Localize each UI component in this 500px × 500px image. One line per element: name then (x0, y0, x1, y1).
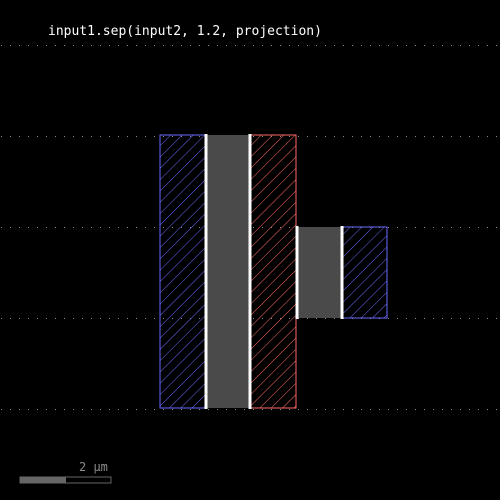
scale-bar-fill (20, 477, 66, 483)
layout-canvas: input1.sep(input2, 1.2, projection) 2 µm (0, 0, 500, 500)
input2-shape (249, 134, 297, 409)
scale-bar-label: 2 µm (79, 460, 108, 474)
layout-viewer: input1.sep(input2, 1.2, projection) 2 µm (0, 0, 500, 500)
input1-right-shape (341, 226, 388, 319)
input1-left-shape (159, 134, 207, 409)
separation-region-left (206, 135, 250, 408)
expression-title: input1.sep(input2, 1.2, projection) (48, 24, 322, 39)
separation-region-right (296, 227, 342, 318)
